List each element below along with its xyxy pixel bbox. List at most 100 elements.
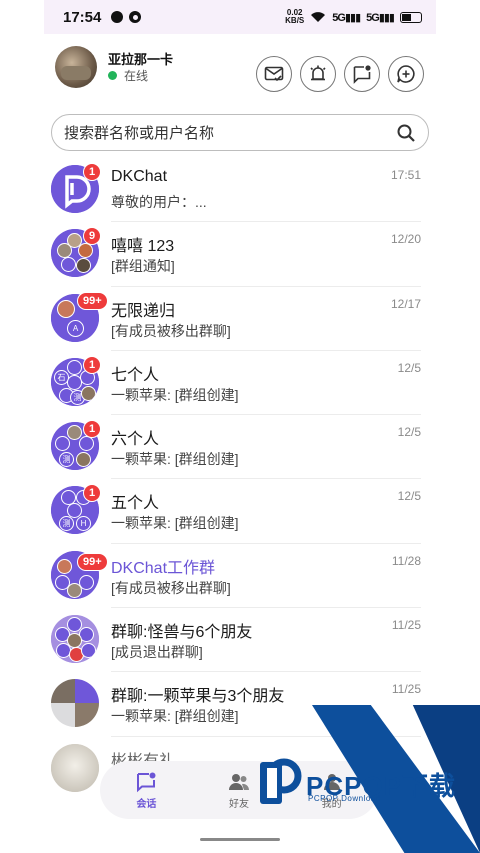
watermark-subtitle: PCPOP Download [308,794,381,803]
message-notification-icon [353,65,371,84]
conversation-avatar: 9 [51,227,102,278]
nav-label: 好友 [228,798,249,810]
chat-bubble-icon [137,772,156,792]
conversation-item[interactable]: 测 1 六个人 一颗苹果: [群组创建] 12/5 [44,415,436,480]
conversation-title: 七个人 [111,366,160,384]
conversation-time: 17:51 [390,168,421,182]
nav-conversations[interactable]: 会话 [114,771,178,810]
member-avatar [51,703,75,728]
conversation-avatar [51,615,99,664]
status-time: 17:54 [63,8,102,26]
conversation-title: 群聊:一颗苹果与3个朋友 [111,688,285,706]
conversation-item[interactable]: 9 嘻嘻 123 [群组通知] 12/20 [44,222,436,287]
avatar-photo [51,743,99,792]
unread-badge: 99+ [77,552,108,571]
member-initial: 测 [62,455,71,465]
conversation-time: 11/28 [391,553,421,568]
conversation-time: 11/25 [391,682,421,697]
unread-badge: 1 [83,420,102,439]
member-avatar [55,436,70,452]
member-avatar [81,643,96,659]
conversation-item[interactable]: 1 DKChat 尊敬的用户：... 17:51 [44,158,436,223]
user-status-text: 在线 [124,69,149,83]
unread-badge: 1 [83,484,102,503]
mail-check-button[interactable] [256,56,292,92]
conversation-item[interactable]: 测 H 1 五个人 一颗苹果: [群组创建] 12/5 [44,479,436,544]
profile-header: 亚拉那一卡 在线 [44,34,436,110]
battery-icon [400,11,422,23]
conversation-title: DKChat [111,168,168,185]
conversation-title: 五个人 [111,495,160,513]
member-avatar: H [76,516,91,532]
search-icon[interactable] [396,123,416,143]
signal-strength-1: 5G▮▮▮ [332,11,361,24]
unread-badge: 1 [83,355,102,374]
conversation-title: 嘻嘻 123 [111,238,175,256]
group-avatar-grid [51,679,99,728]
conversation-preview: [群组通知] [111,258,175,275]
member-avatar [57,299,75,318]
network-speed-unit: KB/S [285,16,305,25]
member-avatar [79,436,94,452]
network-speed: 0.02 KB/S [285,9,304,25]
alarm-bell-icon [310,65,326,81]
search-bar[interactable]: 搜索群名称或用户名称 [51,114,429,151]
member-avatar: A [67,319,84,337]
member-avatar [81,385,96,401]
conversation-preview: [成员退出群聊] [111,644,203,661]
signal-type-2: 5G [366,11,380,24]
member-avatar: 测 [59,516,74,532]
group-avatar-grid [51,615,99,664]
conversation-time: 12/17 [390,296,421,311]
add-chat-button[interactable] [388,56,424,92]
member-avatar [75,703,99,728]
left-margin [0,0,44,853]
member-avatar: 测 [59,452,74,468]
conversation-title: 无限递归 [111,302,176,320]
conversation-avatar: 99+ [51,550,108,599]
user-status: 在线 [108,67,148,84]
unread-badge: 99+ [77,291,108,310]
conversation-avatar: A 99+ [51,291,108,342]
user-avatar[interactable] [55,46,97,88]
conversation-avatar: 测 1 [51,420,102,471]
status-icons: 0.02 KB/S 5G▮▮▮ 5G▮▮▮ [285,9,422,25]
member-avatar [67,359,82,375]
search-placeholder[interactable]: 搜索群名称或用户名称 [64,122,214,143]
wifi-icon [311,12,326,22]
friends-icon [228,773,249,790]
conversation-time: 12/5 [397,425,421,440]
unread-badge: 9 [83,227,102,246]
pcpop-logo-icon [260,758,302,804]
member-avatar [76,452,91,468]
conversation-item[interactable]: 群聊:怪兽与6个朋友 [成员退出群聊] 11/25 [44,608,436,673]
member-avatar [51,679,75,704]
signal-type-1: 5G [332,11,346,24]
app-notification-icon [129,11,142,23]
conversation-preview: 一颗苹果: [群组创建] [111,515,239,532]
conversation-preview: 一颗苹果: [群组创建] [111,451,239,468]
member-initial: H [80,519,87,529]
message-notification-button[interactable] [344,56,380,92]
member-avatar [75,679,99,704]
conversation-item[interactable]: 石 测 1 七个人 一颗苹果: [群组创建] 12/5 [44,351,436,416]
conversation-avatar [51,743,99,792]
conversation-title: 群聊:怪兽与6个朋友 [111,624,253,642]
member-avatar [76,258,91,274]
member-initial: A [72,323,79,333]
conversation-title: DKChat工作群 [111,559,216,577]
home-indicator[interactable] [200,838,280,841]
member-avatar [61,257,76,273]
status-bar: 17:54 0.02 KB/S 5G▮▮▮ 5G▮▮▮ [44,0,436,34]
conversation-preview: 尊敬的用户：... [111,194,207,210]
add-chat-icon [397,65,415,83]
signal-strength-2: 5G▮▮▮ [366,11,395,24]
conversation-item[interactable]: A 99+ 无限递归 [有成员被移出群聊] 12/17 [44,287,436,351]
member-avatar [78,243,93,259]
conversation-title: 六个人 [111,431,160,449]
mail-check-icon [264,66,284,82]
user-name[interactable]: 亚拉那一卡 [108,49,173,68]
conversation-avatar: 石 测 1 [51,355,102,406]
conversation-item[interactable]: 99+ DKChat工作群 [有成员被移出群聊] 11/28 [44,544,436,609]
alarm-button[interactable] [300,56,336,92]
